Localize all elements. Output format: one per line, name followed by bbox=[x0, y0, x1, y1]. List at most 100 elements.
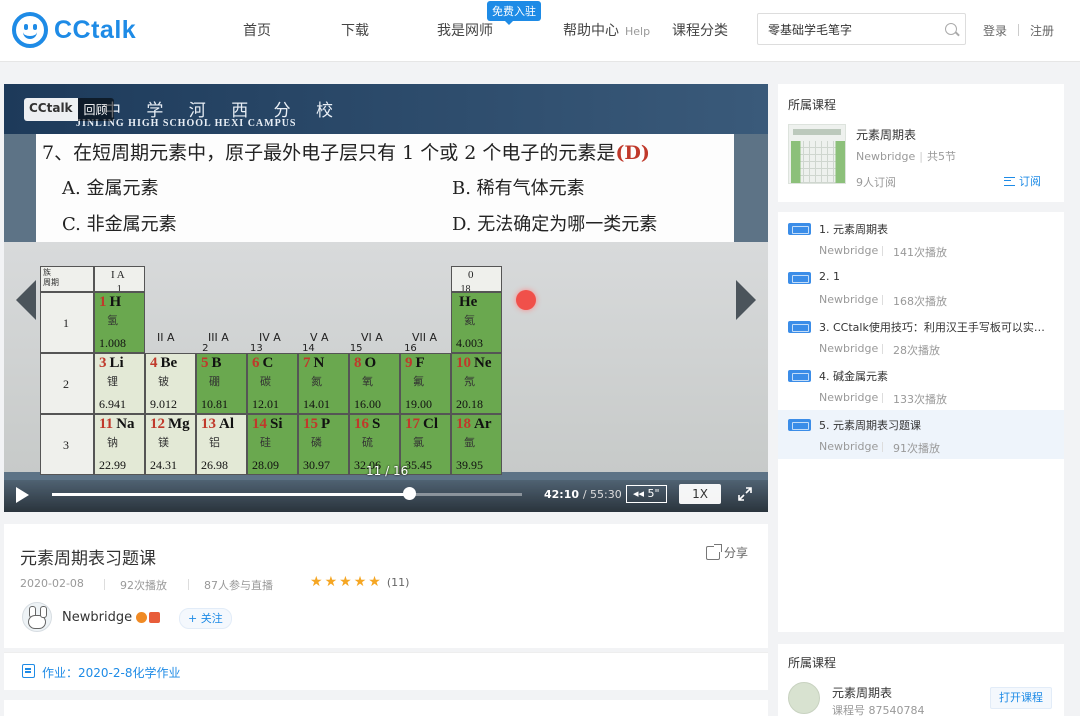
video-player[interactable]: 中 学 河 西 分 校 JINLING HIGH SCHOOL HEXI CAM… bbox=[4, 84, 768, 512]
progress-thumb[interactable] bbox=[403, 487, 417, 500]
nav-download[interactable]: 下载 bbox=[341, 20, 369, 40]
element-sym: S bbox=[372, 416, 381, 432]
element-cell: 4 Be 铍 9.012 bbox=[145, 353, 196, 414]
course-sidebar: 所属课程 元素周期表 Newbridge | 共5节 9人订阅 订阅 1. 元素周期… bbox=[778, 84, 1064, 632]
nav-home[interactable]: 首页 bbox=[243, 20, 271, 40]
element-sym: P bbox=[321, 416, 331, 432]
slide-page-indicator: 11 / 16 bbox=[366, 464, 409, 478]
element-cell: 18 Ar 氩 39.95 bbox=[451, 414, 502, 475]
player-controls: 42:10 / 55:30 ◂◂ 5" 1X bbox=[4, 480, 768, 512]
group-name: VII A bbox=[412, 331, 438, 344]
star-icon: ★ bbox=[324, 574, 338, 590]
group-name: II A bbox=[157, 331, 175, 344]
lesson-item-name: 1. 元素周期表 bbox=[819, 223, 888, 236]
element-symbol: 16 S bbox=[354, 416, 380, 433]
skip-back-button[interactable]: ◂◂ 5" bbox=[626, 485, 667, 503]
course-avatar[interactable] bbox=[788, 682, 820, 714]
star-icon: ★ bbox=[368, 574, 381, 590]
auth-divider bbox=[1018, 24, 1019, 36]
replay-tag-brand: CCtalk bbox=[24, 98, 78, 121]
atomic-mass: 9.012 bbox=[150, 397, 177, 411]
free-join-badge[interactable]: 免费入驻 bbox=[487, 1, 541, 25]
homework-icon bbox=[22, 664, 35, 678]
next-slide-arrow-icon[interactable] bbox=[736, 280, 756, 320]
element-cell: 12 Mg 镁 24.31 bbox=[145, 414, 196, 475]
group-name: IV A bbox=[259, 331, 281, 344]
share-button[interactable]: 分享 bbox=[706, 543, 748, 561]
element-sym: Na bbox=[116, 416, 135, 432]
search-input[interactable] bbox=[758, 14, 938, 44]
speed-button[interactable]: 1X bbox=[679, 484, 721, 504]
element-cell: 15 P 磷 30.97 bbox=[298, 414, 349, 475]
lesson-item-plays: 141次播放 bbox=[893, 246, 947, 259]
element-sym: Si bbox=[270, 416, 283, 432]
cctalk-logo-icon bbox=[12, 12, 48, 48]
element-sym: C bbox=[262, 355, 274, 371]
homework-link[interactable]: 作业：2020-2-8化学作业 bbox=[42, 664, 180, 681]
course-title[interactable]: 元素周期表 bbox=[856, 126, 916, 143]
atomic-number: 16 bbox=[354, 416, 369, 432]
search-icon[interactable] bbox=[945, 23, 957, 35]
star-icon: ★ bbox=[353, 574, 367, 590]
cctalk-logo[interactable]: CCtalk bbox=[12, 12, 136, 48]
atomic-mass: 19.00 bbox=[405, 397, 432, 411]
atomic-number: 7 bbox=[303, 355, 311, 371]
sidebar-lesson-item[interactable]: 1. 元素周期表 Newbridge 141次播放 bbox=[778, 214, 1064, 263]
lesson-date: 2020-02-08 bbox=[20, 577, 84, 590]
author-name[interactable]: Newbridge bbox=[62, 610, 132, 625]
element-symbol: 11 Na bbox=[99, 416, 135, 433]
period-label-cell: 3 bbox=[40, 414, 94, 475]
atomic-number: 17 bbox=[405, 416, 420, 432]
group-label: V A 15 bbox=[310, 331, 363, 354]
course-thumbnail[interactable] bbox=[788, 124, 846, 184]
element-cn-name: 氢 bbox=[107, 314, 118, 327]
lesson-item-divider bbox=[882, 393, 883, 403]
replay-badge-icon bbox=[788, 223, 811, 235]
time-current: 42:10 bbox=[544, 488, 580, 501]
periodic-table: 族 周期 1 2 3 I A 1 II A 2 III A 13 IV A 14 V A 15 VI A 16… bbox=[40, 266, 568, 482]
sidebar-lesson-item[interactable]: 4. 碱金属元素 Newbridge 133次播放 bbox=[778, 361, 1064, 410]
element-sym: B bbox=[211, 355, 222, 371]
lesson-info-card: 元素周期表习题课 分享 2020-02-08 92次播放 87人参与直播 ★ ★… bbox=[4, 524, 768, 648]
table-corner-label: 族 周期 bbox=[43, 268, 59, 287]
element-sym: F bbox=[415, 355, 425, 371]
replay-badge-icon bbox=[788, 272, 811, 284]
prev-slide-arrow-icon[interactable] bbox=[16, 280, 36, 320]
pointer-dot bbox=[516, 290, 536, 310]
open-course-button[interactable]: 打开课程 bbox=[990, 687, 1052, 709]
subscribe-button[interactable]: 订阅 bbox=[1004, 173, 1041, 189]
nav-help-label: 帮助中心 bbox=[563, 23, 619, 39]
rating-count: (11) bbox=[386, 575, 410, 589]
nav-course-category[interactable]: 课程分类 bbox=[672, 20, 728, 40]
element-cn-name: 硅 bbox=[260, 436, 271, 449]
lesson-item-name: 3. CCtalk使用技巧：利用汉王手写板可以实现白... bbox=[819, 321, 1055, 334]
play-icon[interactable] bbox=[16, 487, 29, 503]
nav-help-center[interactable]: 帮助中心 Help bbox=[563, 20, 650, 40]
login-link[interactable]: 登录 bbox=[983, 22, 1007, 39]
element-symbol: 1H bbox=[99, 294, 121, 311]
follow-button[interactable]: + 关注 bbox=[179, 608, 232, 629]
atomic-mass: 20.18 bbox=[456, 397, 483, 411]
author-avatar[interactable] bbox=[22, 602, 52, 632]
atomic-number: 6 bbox=[252, 355, 260, 371]
element-cell: 8 O 氧 16.00 bbox=[349, 353, 400, 414]
nav-teacher[interactable]: 我是网师 bbox=[437, 20, 493, 40]
teacher-badge-icon bbox=[149, 612, 160, 623]
meta-divider bbox=[188, 579, 189, 590]
group-number: 1 bbox=[116, 284, 122, 292]
atomic-number: 3 bbox=[99, 355, 107, 371]
sidebar-lesson-item[interactable]: 5. 元素周期表习题课 Newbridge 91次播放 bbox=[778, 410, 1064, 459]
progress-fill bbox=[52, 493, 410, 496]
atomic-number: 11 bbox=[99, 416, 114, 432]
fullscreen-icon[interactable] bbox=[737, 486, 753, 502]
element-cell: 1 H 氢 1.008 bbox=[94, 292, 145, 353]
element-cn-name: 碳 bbox=[260, 375, 271, 388]
element-sym: O bbox=[364, 355, 377, 371]
register-link[interactable]: 注册 bbox=[1030, 22, 1054, 39]
sidebar-lesson-item[interactable]: 2. 1 Newbridge 168次播放 bbox=[778, 263, 1064, 312]
sidebar-lesson-item[interactable]: 3. CCtalk使用技巧：利用汉王手写板可以实现白... Newbridge 28… bbox=[778, 312, 1064, 361]
period-label: 2 bbox=[63, 376, 69, 391]
secondary-course-title[interactable]: 元素周期表 bbox=[832, 684, 892, 701]
progress-track[interactable] bbox=[52, 493, 522, 496]
element-symbol: 9F bbox=[405, 355, 425, 372]
